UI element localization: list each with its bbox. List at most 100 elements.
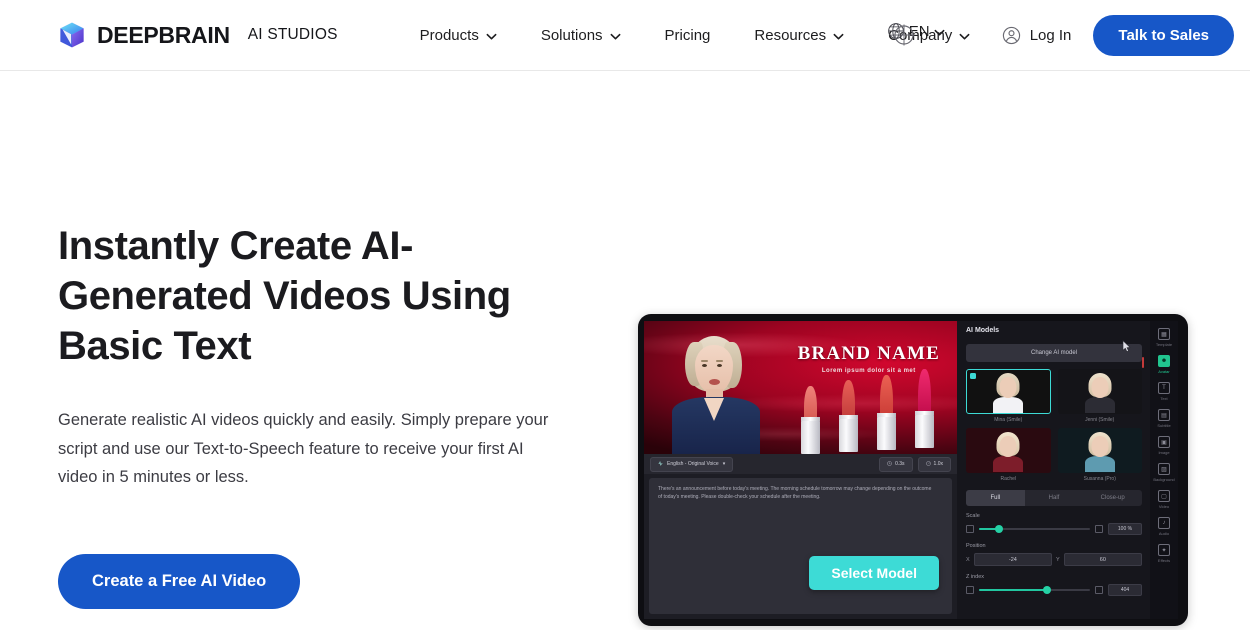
nav-label: Resources	[754, 26, 827, 44]
zindex-label: Z index	[966, 574, 985, 580]
stage-brand-title: BRAND NAME	[797, 343, 940, 364]
chevron-down-icon	[959, 31, 970, 42]
scale-large-icon	[1095, 525, 1103, 533]
voice-selector-chip[interactable]: English - Original Voice ▾	[650, 456, 734, 472]
rail-label: Template	[1155, 342, 1173, 347]
voice-label: English - Original Voice	[667, 461, 719, 467]
scale-slider[interactable]	[979, 525, 1090, 533]
duration-chip[interactable]: 0.3s	[879, 456, 913, 472]
scale-value[interactable]: 100 %	[1108, 523, 1142, 535]
segment-closeup[interactable]: Close-up	[1083, 490, 1142, 506]
model-name: Susanna (Pro)	[1083, 476, 1116, 482]
site-header: DEEPBRAIN AI STUDIOS Products Solutions …	[0, 0, 1250, 71]
nav-label: Pricing	[664, 26, 711, 44]
header-right-cluster: EN Log In Talk to Sales	[887, 0, 1234, 71]
language-label: EN	[908, 22, 930, 40]
login-button[interactable]: Log In	[1002, 26, 1094, 45]
chevron-down-icon	[486, 31, 497, 42]
lipstick-product-graphic	[799, 369, 949, 454]
rail-item-audio[interactable]: ♪ Audio	[1151, 514, 1177, 538]
nav-label: Products	[419, 26, 479, 44]
scale-small-icon	[966, 525, 974, 533]
rail-item-text[interactable]: T Text	[1151, 379, 1177, 403]
script-text: There's an announcement before today's m…	[658, 486, 932, 500]
position-label: Position	[966, 543, 986, 549]
zindex-front-icon	[1095, 586, 1103, 594]
position-x-input[interactable]: -24	[973, 553, 1052, 566]
hero-description: Generate realistic AI videos quickly and…	[58, 411, 549, 486]
rail-item-video[interactable]: ▢ Video	[1151, 487, 1177, 511]
model-name: Jenni (Smile)	[1085, 417, 1115, 423]
rail-item-avatar[interactable]: ☻ Avatar	[1142, 352, 1177, 376]
model-card-3[interactable]: Susanna (Pro)	[1057, 428, 1142, 482]
nav-item-pricing[interactable]: Pricing	[643, 27, 733, 44]
rail-label: Audio	[1158, 531, 1170, 536]
model-grid: Mina (Smile) Jenni (Smile) Rachel Susann…	[966, 369, 1142, 482]
nav-label: Solutions	[540, 26, 603, 44]
audio-icon: ♪	[1158, 517, 1170, 529]
app-mockup-frame: BRAND NAME Lorem ipsum dolor sit a met E…	[638, 314, 1188, 626]
rail-item-image[interactable]: ▣ Image	[1151, 433, 1177, 457]
rail-label: Avatar	[1158, 369, 1170, 374]
talk-to-sales-button[interactable]: Talk to Sales	[1093, 15, 1234, 56]
chevron-down-icon: ▾	[722, 461, 726, 467]
subtitle-icon: ▤	[1158, 409, 1170, 421]
nav-item-solutions[interactable]: Solutions	[519, 27, 643, 44]
duration-label: 0.3s	[895, 461, 905, 467]
script-editor[interactable]: There's an announcement before today's m…	[649, 478, 952, 614]
brand-subname: AI STUDIOS	[247, 26, 338, 43]
rail-item-template[interactable]: ▦ Template	[1151, 325, 1177, 349]
position-y-tag: Y	[1056, 556, 1060, 563]
zindex-control: 404	[966, 584, 1142, 596]
stage-brand-subtitle: Lorem ipsum dolor sit a met	[821, 368, 916, 374]
rail-label: Text	[1160, 396, 1168, 401]
effects-icon: ✦	[1158, 544, 1170, 556]
position-y-input[interactable]: 60	[1063, 553, 1142, 566]
video-stage[interactable]: BRAND NAME Lorem ipsum dolor sit a met	[644, 321, 957, 454]
model-card-2[interactable]: Rachel	[966, 428, 1051, 482]
video-icon: ▢	[1158, 490, 1170, 502]
rail-item-background[interactable]: ▨ Background	[1151, 460, 1177, 484]
position-control: X -24 Y 60	[966, 553, 1142, 566]
zindex-slider[interactable]	[979, 586, 1090, 594]
clock-icon	[887, 460, 892, 468]
chevron-down-icon	[610, 31, 621, 42]
speed-chip[interactable]: 1.0x	[917, 456, 951, 472]
view-mode-segmented-control: Full Half Close-up	[966, 490, 1142, 506]
position-y-value: 60	[1099, 556, 1106, 563]
chevron-down-icon	[934, 27, 945, 38]
selected-indicator-icon	[970, 373, 976, 379]
segment-full[interactable]: Full	[966, 490, 1025, 506]
rail-label: Image	[1158, 450, 1170, 455]
stage-toolbar: English - Original Voice ▾ 0.3s 1.0x	[644, 454, 957, 474]
hero-copy: Instantly Create AI-Generated Videos Usi…	[58, 71, 618, 630]
language-switcher[interactable]: EN	[887, 22, 945, 40]
ai-presenter-avatar	[670, 334, 762, 454]
rail-item-subtitle[interactable]: ▤ Subtitle	[1151, 406, 1177, 430]
nav-item-products[interactable]: Products	[398, 27, 519, 44]
rail-item-effects[interactable]: ✦ Effects	[1151, 541, 1177, 565]
ai-models-panel: AI Models Change AI model Mina (Smile) J…	[957, 321, 1150, 619]
zindex-back-icon	[966, 586, 974, 594]
panel-title: AI Models	[966, 327, 1000, 334]
create-free-ai-video-button[interactable]: Create a Free AI Video	[58, 553, 301, 609]
text-icon: T	[1158, 382, 1170, 394]
template-icon: ▦	[1158, 328, 1170, 340]
cube-logo-icon	[58, 21, 86, 49]
model-name: Mina (Smile)	[994, 417, 1023, 423]
hero-section: Instantly Create AI-Generated Videos Usi…	[0, 71, 1250, 630]
model-card-0[interactable]: Mina (Smile)	[966, 369, 1051, 423]
segment-half[interactable]: Half	[1025, 490, 1084, 506]
position-x-tag: X	[966, 556, 970, 563]
editor-canvas-column: BRAND NAME Lorem ipsum dolor sit a met E…	[644, 321, 957, 619]
stage-brand-text: BRAND NAME Lorem ipsum dolor sit a met	[797, 343, 940, 375]
change-ai-model-button[interactable]: Change AI model	[966, 344, 1142, 362]
brand-logo[interactable]: DEEPBRAIN AI STUDIOS	[58, 21, 338, 49]
select-model-button[interactable]: Select Model	[809, 556, 939, 590]
nav-item-resources[interactable]: Resources	[732, 27, 866, 44]
scale-control: 100 %	[966, 523, 1142, 535]
gauge-icon	[925, 460, 931, 468]
rail-label: Effects	[1157, 558, 1171, 563]
model-card-1[interactable]: Jenni (Smile)	[1057, 369, 1142, 423]
zindex-value[interactable]: 404	[1108, 584, 1142, 596]
